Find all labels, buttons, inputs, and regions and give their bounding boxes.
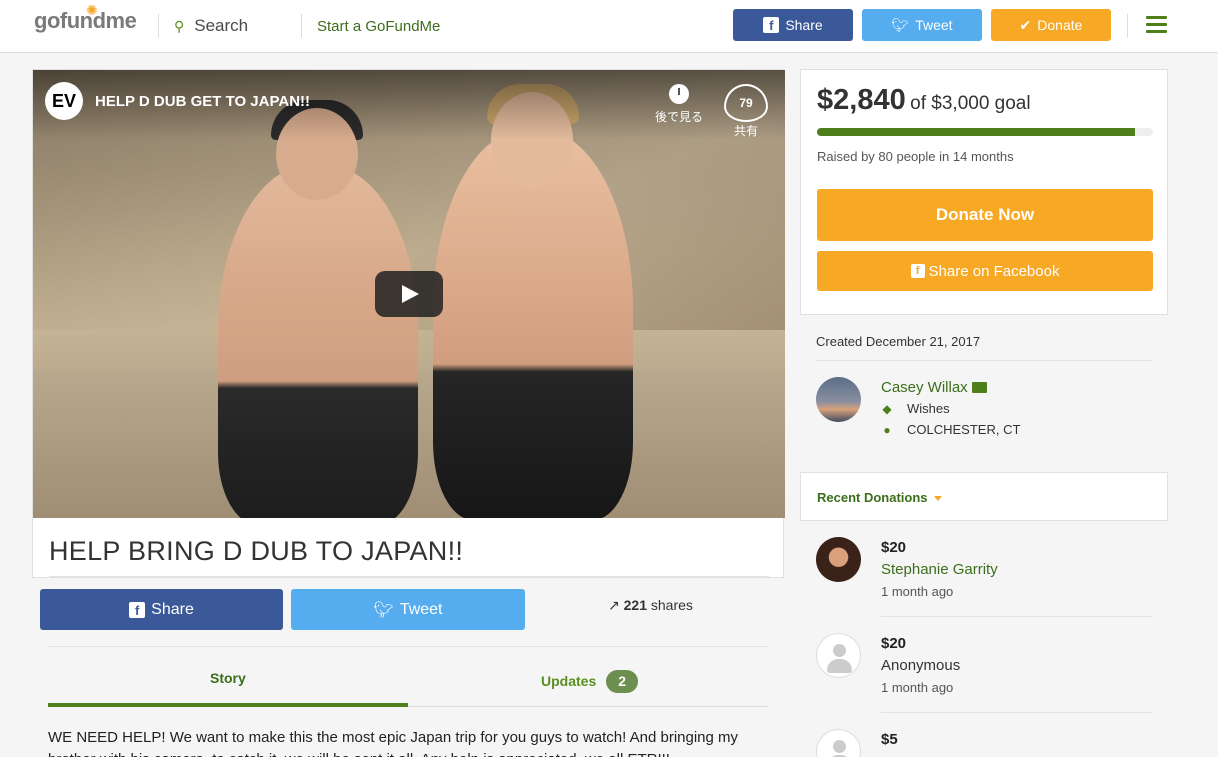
facebook-icon: f <box>910 264 925 278</box>
donation-amount: $20 <box>881 539 907 556</box>
active-tab-indicator <box>48 703 408 707</box>
top-navbar: gofundme ✺ ⚲ Search Start a GoFundMe f S… <box>0 0 1218 53</box>
header-donate-button[interactable]: ✔ Donate <box>991 9 1111 41</box>
search-button[interactable]: ⚲ Search <box>174 16 248 36</box>
organizer-location: ● COLCHESTER, CT <box>881 422 1020 437</box>
raised-by-text: Raised by 80 people in 14 months <box>817 149 1014 164</box>
donation-summary-card: $2,840 of $3,000 goal Raised by 80 peopl… <box>800 69 1168 315</box>
donation-time: 1 month ago <box>881 584 954 599</box>
anonymous-avatar-icon <box>816 633 861 678</box>
anonymous-avatar-icon <box>816 729 861 757</box>
divider <box>301 14 302 38</box>
sun-logo-icon: ✺ <box>86 2 98 18</box>
recent-donations-dropdown[interactable]: Recent Donations <box>800 472 1168 521</box>
facebook-icon: f <box>763 17 780 33</box>
campaign-card: EV HELP D DUB GET TO JAPAN!! 後で見る 79 共有 … <box>32 69 785 578</box>
gofundme-logo[interactable]: gofundme ✺ <box>34 2 137 34</box>
search-icon: ⚲ <box>174 17 185 34</box>
donation-amount: $20 <box>881 635 907 652</box>
tab-story[interactable]: Story <box>210 670 246 686</box>
anon-body <box>827 659 852 673</box>
tweet-button[interactable]: 🐦︎ Tweet <box>291 589 525 630</box>
hamburger-menu-icon[interactable] <box>1146 16 1167 37</box>
trending-icon: ↗ <box>608 597 620 613</box>
video-title[interactable]: HELP D DUB GET TO JAPAN!! <box>95 93 310 110</box>
donor-avatar <box>816 537 861 582</box>
divider <box>48 646 768 647</box>
divider <box>1127 14 1128 38</box>
donation-time: 1 month ago <box>881 680 954 695</box>
progress-bar <box>817 128 1153 136</box>
donor-name: Anonymous <box>881 657 961 674</box>
share-count: ↗ 221 shares <box>608 597 693 613</box>
play-button-icon[interactable] <box>375 271 443 317</box>
anon-head <box>833 740 846 753</box>
story-text: WE NEED HELP! We want to make this the m… <box>48 729 739 757</box>
heart-icon: 79 <box>724 84 768 122</box>
divider <box>816 360 1152 361</box>
recent-donations-label: Recent Donations <box>817 490 942 505</box>
tag-icon: ◆ <box>882 401 892 416</box>
organizer-category: ◆ Wishes <box>882 401 950 416</box>
twitter-icon: 🐦︎ <box>373 601 394 619</box>
channel-logo[interactable]: EV <box>45 82 83 120</box>
created-date: Created December 21, 2017 <box>816 334 981 349</box>
organizer-name[interactable]: Casey Willax <box>881 379 987 396</box>
donation-amount: $5 <box>881 731 898 748</box>
donate-now-button[interactable]: Donate Now <box>817 189 1153 241</box>
anon-head <box>833 644 846 657</box>
updates-count-badge: 2 <box>606 670 639 693</box>
envelope-icon[interactable] <box>971 382 987 393</box>
organizer-avatar[interactable] <box>816 377 861 422</box>
donor-name[interactable]: Stephanie Garrity <box>881 561 998 578</box>
tab-updates[interactable]: Updates 2 <box>541 670 639 693</box>
video-person-right <box>433 130 633 518</box>
amount-raised: $2,840 of $3,000 goal <box>817 84 1031 116</box>
check-icon: ✔ <box>1019 16 1032 33</box>
divider <box>881 616 1152 617</box>
header-share-button[interactable]: f Share <box>733 9 853 41</box>
progress-fill <box>817 128 1136 136</box>
caret-down-icon <box>933 496 942 502</box>
video-player[interactable]: EV HELP D DUB GET TO JAPAN!! 後で見る 79 共有 <box>33 70 785 518</box>
map-marker-icon: ● <box>883 422 891 437</box>
divider <box>158 14 159 38</box>
divider <box>49 576 769 577</box>
share-on-facebook-button[interactable]: f Share on Facebook <box>817 251 1153 291</box>
share-facebook-button[interactable]: f Share <box>40 589 283 630</box>
video-person-left <box>218 165 418 518</box>
watch-later-button[interactable]: 後で見る <box>651 84 707 125</box>
facebook-icon: f <box>129 601 146 618</box>
twitter-icon: 🐦︎ <box>891 16 910 33</box>
start-gofundme-link[interactable]: Start a GoFundMe <box>317 18 440 35</box>
header-tweet-button[interactable]: 🐦︎ Tweet <box>862 9 982 41</box>
clock-icon <box>669 84 689 104</box>
divider <box>881 712 1152 713</box>
video-like-button[interactable]: 79 共有 <box>723 84 769 139</box>
campaign-title: HELP BRING D DUB TO JAPAN!! <box>49 536 464 566</box>
